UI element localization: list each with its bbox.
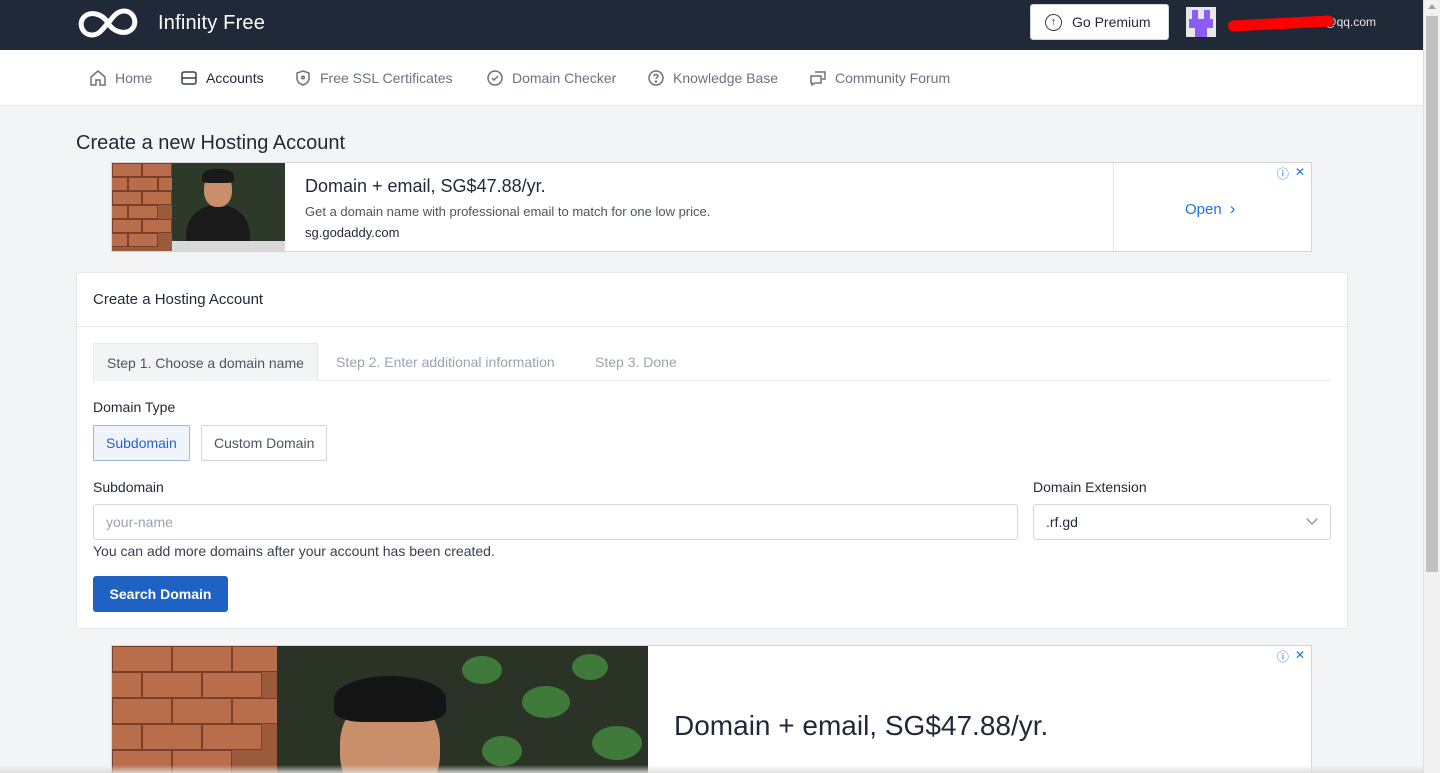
nav-item-accounts[interactable]: Accounts [180,50,264,106]
ad-open-button[interactable]: Open › [1185,199,1235,219]
tab-step-2[interactable]: Step 2. Enter additional information [323,343,568,381]
step-tabs: Step 1. Choose a domain name Step 2. Ent… [93,343,1331,381]
ad-description: Get a domain name with professional emai… [305,204,711,219]
nav-item-label: Domain Checker [512,70,617,86]
accounts-icon [181,71,197,85]
ad-banner-bottom[interactable]: Domain + email, SG$47.88/yr. ⓘ ✕ [111,645,1312,773]
nav-item-label: Free SSL Certificates [320,70,453,86]
infinity-logo-icon [78,8,138,38]
page-scrollbar[interactable] [1423,0,1440,773]
question-circle-icon [648,70,664,86]
nav-item-domain-checker[interactable]: Domain Checker [486,50,616,106]
nav-item-label: Knowledge Base [673,70,779,86]
ad-controls: ⓘ ✕ [1277,648,1305,665]
card-title: Create a Hosting Account [93,291,264,308]
nav-item-label: Community Forum [835,70,951,86]
chat-icon [810,71,826,87]
avatar [1186,7,1216,37]
nav-item-label: Home [115,70,153,86]
ad-photo-large [112,646,648,773]
subdomain-input[interactable] [93,504,1018,540]
nav-item-label: Accounts [206,70,264,86]
domain-extension-label: Domain Extension [1033,479,1147,495]
help-text: You can add more domains after your acco… [93,543,495,559]
ad-url: sg.godaddy.com [305,225,400,240]
ad-banner-top[interactable]: Domain + email, SG$47.88/yr. Get a domai… [111,162,1312,252]
arrow-up-circle-icon: ↑ [1045,13,1062,31]
subdomain-label: Subdomain [93,479,164,495]
check-circle-icon [487,70,503,86]
ad-controls: ⓘ ✕ [1277,165,1305,182]
create-account-card: Create a Hosting Account Step 1. Choose … [76,272,1348,629]
shield-icon [296,70,310,86]
card-header: Create a Hosting Account [77,273,1347,327]
ad-divider [1113,163,1114,251]
tab-step-3[interactable]: Step 3. Done [582,343,690,381]
ad-info-icon[interactable]: ⓘ [1277,165,1289,182]
nav-item-home[interactable]: Home [89,50,152,106]
ad-photo [112,163,285,251]
ad-close-icon[interactable]: ✕ [1295,165,1305,182]
main-nav: Home Accounts Free SSL Certificates Doma… [0,50,1423,106]
ad-title-large: Domain + email, SG$47.88/yr. [674,710,1049,741]
custom-domain-option-button[interactable]: Custom Domain [201,425,328,461]
top-bar: Infinity Free ↑ Go Premium @qq.com [0,0,1423,50]
brand-name: Infinity Free [158,11,266,34]
domain-extension-value: .rf.gd [1046,514,1078,530]
nav-item-knowledge-base[interactable]: Knowledge Base [647,50,778,106]
page-title: Create a new Hosting Account [76,132,346,154]
user-menu[interactable]: @qq.com [1186,7,1376,37]
home-icon [90,70,106,86]
domain-extension-select[interactable]: .rf.gd [1033,504,1331,540]
go-premium-label: Go Premium [1072,14,1151,30]
ad-info-icon[interactable]: ⓘ [1277,648,1289,665]
subdomain-option-button[interactable]: Subdomain [93,425,190,461]
chevron-down-icon [1306,513,1318,525]
domain-type-label: Domain Type [93,399,176,415]
brand[interactable]: Infinity Free [76,6,265,40]
ad-title: Domain + email, SG$47.88/yr. [305,176,546,196]
scroll-thumb[interactable] [1426,16,1438,572]
go-premium-button[interactable]: ↑ Go Premium [1030,4,1169,40]
nav-item-ssl[interactable]: Free SSL Certificates [294,50,453,106]
redaction-mark [1227,15,1335,32]
chevron-right-icon: › [1229,199,1236,218]
scroll-up-arrow-icon[interactable] [1428,4,1436,9]
tab-step-1[interactable]: Step 1. Choose a domain name [93,343,318,381]
nav-item-community-forum[interactable]: Community Forum [809,50,950,106]
user-email: @qq.com [1224,15,1376,32]
search-domain-button[interactable]: Search Domain [93,576,228,612]
ad-close-icon[interactable]: ✕ [1295,648,1305,665]
bottom-edge [0,765,1423,773]
